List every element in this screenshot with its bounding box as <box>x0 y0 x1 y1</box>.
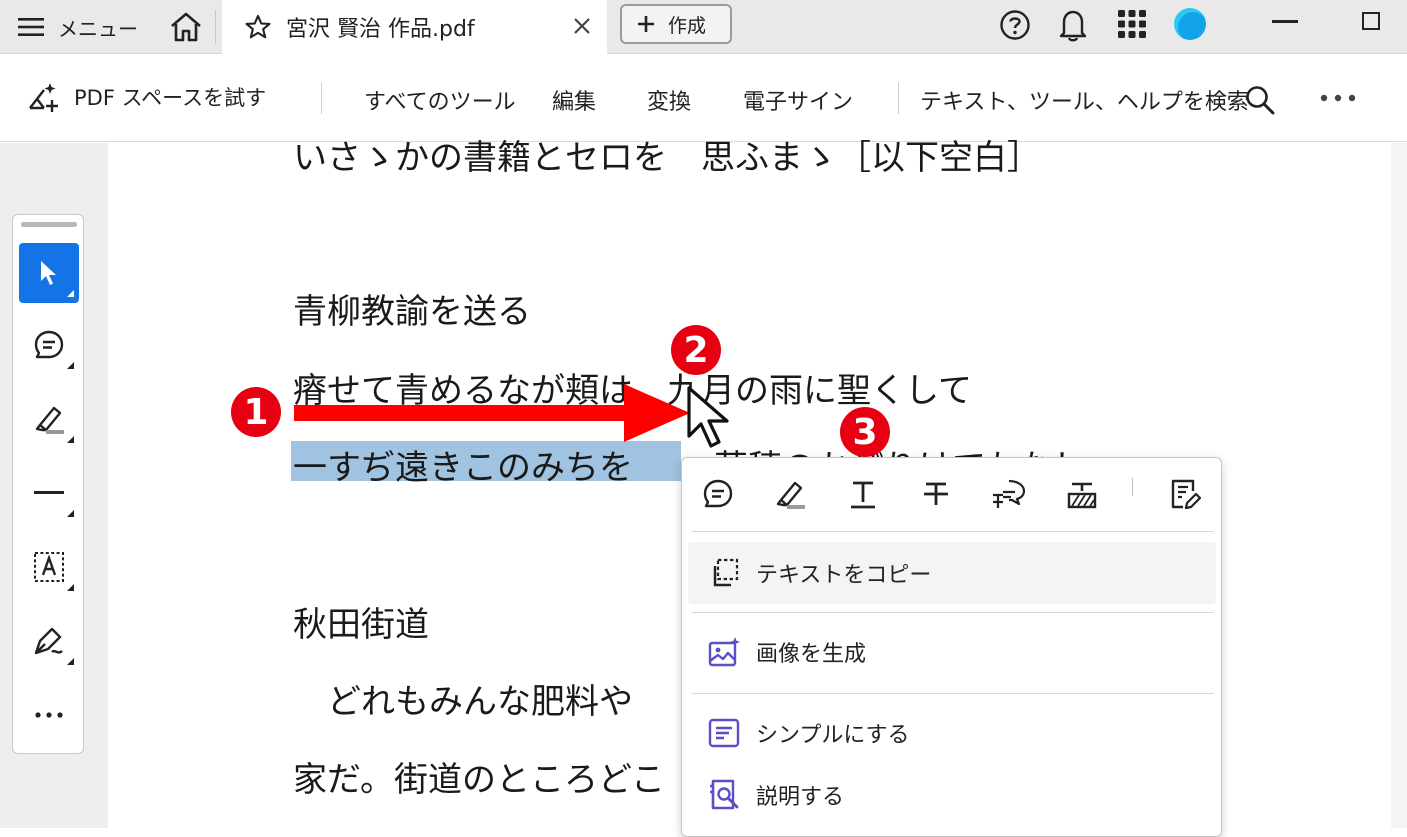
more-icon <box>35 712 63 718</box>
red-arrow-callout <box>294 384 690 442</box>
main-toolbar: PDF スペースを試す すべてのツール 編集 変換 電子サイン テキスト、ツール… <box>0 54 1407 142</box>
simplify-label: シンプルにする <box>756 723 910 748</box>
popup-divider <box>1132 478 1133 496</box>
rail-drag-handle[interactable] <box>21 222 77 227</box>
callout-badge-3: 3 <box>840 407 890 457</box>
text-box-icon <box>32 550 66 584</box>
search-label[interactable]: テキスト、ツール、ヘルプを検索 <box>920 84 1249 116</box>
menu-edit[interactable]: 編集 <box>552 84 596 116</box>
apps-icon[interactable] <box>1117 9 1147 39</box>
help-icon[interactable] <box>998 8 1032 42</box>
popup-divider <box>692 612 1214 613</box>
menu-convert[interactable]: 変換 <box>647 84 691 116</box>
copy-text-label: テキストをコピー <box>756 563 932 588</box>
generate-image-icon <box>706 634 742 670</box>
explain-icon <box>706 777 742 813</box>
line-tool[interactable] <box>19 463 79 523</box>
menu-e-sign[interactable]: 電子サイン <box>743 84 853 116</box>
popup-divider <box>692 693 1214 694</box>
cursor-icon <box>687 386 729 448</box>
strikethrough-icon[interactable] <box>916 474 956 514</box>
home-icon <box>169 11 203 43</box>
popup-divider <box>692 531 1214 532</box>
pdf-space-label: PDF スペースを試す <box>74 86 267 110</box>
pen-icon <box>32 625 66 657</box>
document-line: どれもみんな肥料や <box>293 682 633 722</box>
simplify-menu-item[interactable]: シンプルにする <box>688 702 1216 764</box>
generate-image-label: 画像を生成 <box>756 642 867 667</box>
avatar[interactable] <box>1174 8 1206 40</box>
selection-context-menu: テキストをコピー 画像を生成 シンプルにする 説明する <box>681 457 1222 837</box>
explain-label: 説明する <box>756 785 845 810</box>
scrollbar-track[interactable] <box>1391 143 1407 828</box>
line-icon <box>34 490 64 496</box>
edit-text-icon[interactable] <box>1165 474 1205 514</box>
document-tab[interactable]: 宮沢 賢治 作品.pdf <box>222 0 607 54</box>
cursor-icon <box>37 259 61 287</box>
document-line: 家だ。街道のところどこ <box>293 760 665 800</box>
create-button[interactable]: 作成 <box>620 4 732 44</box>
highlight-tool[interactable] <box>19 389 79 449</box>
callout-badge-1: 1 <box>231 387 281 437</box>
star-icon[interactable] <box>244 13 272 41</box>
highlight-icon[interactable] <box>770 474 810 514</box>
pdf-space-button[interactable]: PDF スペースを試す <box>26 80 266 114</box>
toolbar-divider <box>321 82 322 114</box>
menu-button[interactable]: メニュー <box>0 0 160 54</box>
home-button[interactable] <box>164 6 208 48</box>
bell-icon[interactable] <box>1055 6 1091 44</box>
search-icon[interactable] <box>1244 84 1276 116</box>
generate-image-menu-item[interactable]: 画像を生成 <box>688 621 1216 683</box>
maximize-icon[interactable] <box>1362 12 1380 30</box>
plus-icon <box>636 14 656 34</box>
copy-icon <box>706 555 742 591</box>
simplify-icon <box>706 715 742 751</box>
comment-tool[interactable] <box>19 315 79 375</box>
select-tool[interactable] <box>19 243 79 303</box>
draw-tool[interactable] <box>19 611 79 671</box>
redact-icon[interactable] <box>1062 474 1102 514</box>
close-icon[interactable] <box>571 15 593 37</box>
tab-bar: メニュー 宮沢 賢治 作品.pdf 作成 <box>0 0 1407 54</box>
underline-icon[interactable] <box>843 474 883 514</box>
menu-label: メニュー <box>58 16 138 41</box>
menu-icon <box>18 17 44 37</box>
minimize-icon[interactable] <box>1272 20 1298 23</box>
pdf-space-icon <box>26 80 60 114</box>
menu-all-tools[interactable]: すべてのツール <box>364 84 516 116</box>
create-label: 作成 <box>668 14 707 37</box>
comment-icon[interactable] <box>698 474 738 514</box>
callout-badge-2: 2 <box>671 325 721 375</box>
document-heading: 秋田街道 <box>293 605 429 645</box>
tool-rail <box>12 214 84 754</box>
document-line: いさゝかの書籍とセロを 思ふまゝ［以下空白］ <box>293 138 1041 178</box>
comment-icon <box>33 329 65 361</box>
more-options-icon[interactable] <box>1320 94 1356 102</box>
toolbar-divider <box>898 82 899 114</box>
replace-text-icon[interactable] <box>989 474 1029 514</box>
explain-menu-item[interactable]: 説明する <box>688 764 1216 826</box>
tab-title: 宮沢 賢治 作品.pdf <box>286 17 475 42</box>
document-heading: 青柳教諭を送る <box>293 292 531 332</box>
copy-text-menu-item[interactable]: テキストをコピー <box>688 542 1216 604</box>
tab-divider <box>215 10 216 44</box>
highlighter-icon <box>32 403 66 435</box>
selected-text[interactable]: 一すぢ遠きこのみちを <box>293 440 633 489</box>
text-box-tool[interactable] <box>19 537 79 597</box>
more-tools[interactable] <box>19 685 79 745</box>
